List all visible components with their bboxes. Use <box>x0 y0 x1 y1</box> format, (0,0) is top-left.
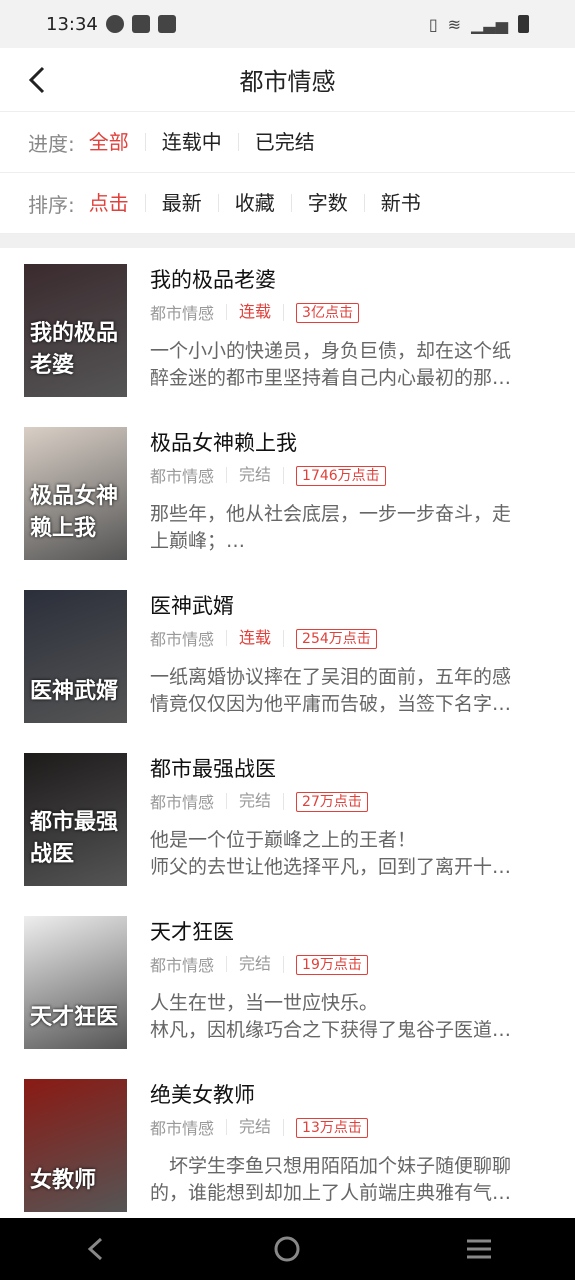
check-circle-icon <box>105 15 124 33</box>
book-cover[interactable]: 女教师 <box>24 1079 127 1212</box>
progress-option-ongoing[interactable]: 连载中 <box>144 132 238 152</box>
section-divider <box>0 234 575 248</box>
progress-option-finished[interactable]: 已完结 <box>237 132 331 152</box>
book-status: 完结 <box>226 956 283 972</box>
book-description-line: 林凡，因机缘巧合之下获得了鬼谷子医道… <box>150 1019 512 1041</box>
book-description-line: 他是一个位于巅峰之上的王者！ <box>150 829 417 851</box>
book-description-line: 坏学生李鱼只想用陌陌加个妹子随便聊聊 <box>150 1155 512 1177</box>
book-category: 都市情感 <box>150 956 215 975</box>
book-status: 完结 <box>226 793 283 809</box>
book-status: 连载 <box>226 630 283 646</box>
book-cover[interactable]: 我的极品老婆 <box>24 264 127 397</box>
book-clicks-badge: 3亿点击 <box>296 302 359 323</box>
book-description: 一个小小的快递员，身负巨债，却在这个纸 醉金迷的都市里坚持着自己内心最初的那… <box>150 338 550 392</box>
book-item[interactable]: 天才狂医 天才狂医 都市情感 完结 19万点击 人生在世，当一世应快乐。 林凡，… <box>0 902 575 1065</box>
book-cover-title: 都市最强战医 <box>30 810 119 867</box>
book-description-line: 一个小小的快递员，身负巨债，却在这个纸 <box>150 340 512 362</box>
vibrate-icon: ▯ <box>428 14 438 34</box>
book-category: 都市情感 <box>150 793 215 812</box>
book-clicks-badge: 254万点击 <box>296 628 377 649</box>
status-bar: 13:34 ▯ ≋ ▁▃▅ <box>0 0 575 48</box>
book-description: 一纸离婚协议摔在了吴泪的面前，五年的感 情竟仅仅因为他平庸而告破，当签下名字… <box>150 664 550 718</box>
menu-icon <box>467 1239 492 1259</box>
book-cover[interactable]: 极品女神赖上我 <box>24 427 127 560</box>
nav-home-button[interactable] <box>267 1229 307 1269</box>
book-item[interactable]: 极品女神赖上我 极品女神赖上我 都市情感 完结 1746万点击 那些年，他从社会… <box>0 413 575 576</box>
book-category: 都市情感 <box>150 630 215 649</box>
progress-option-all[interactable]: 全部 <box>89 132 145 152</box>
book-title[interactable]: 医神武婿 <box>150 592 550 620</box>
status-time: 13:34 <box>46 13 98 35</box>
wifi-icon: ≋ <box>447 14 462 34</box>
sort-option-new[interactable]: 新书 <box>363 193 437 213</box>
nav-back-button[interactable] <box>76 1229 116 1269</box>
book-cover[interactable]: 都市最强战医 <box>24 753 127 886</box>
book-title[interactable]: 都市最强战医 <box>150 755 550 783</box>
mail-icon <box>131 15 150 33</box>
signal-icon: ▁▃▅ <box>471 14 508 34</box>
chevron-left-icon <box>28 66 45 94</box>
book-title[interactable]: 我的极品老婆 <box>150 266 550 294</box>
book-cover-title: 医神武婿 <box>30 679 119 704</box>
progress-label: 进度: <box>28 131 75 156</box>
book-status: 完结 <box>226 467 283 483</box>
book-cover-title: 我的极品老婆 <box>30 321 119 378</box>
book-title[interactable]: 天才狂医 <box>150 918 550 946</box>
progress-filter: 进度: 全部 连载中 已完结 <box>0 112 575 173</box>
circle-home-icon <box>274 1236 300 1262</box>
book-clicks-badge: 27万点击 <box>296 791 368 812</box>
book-status: 连载 <box>226 304 283 320</box>
book-description-line: 醉金迷的都市里坚持着自己内心最初的那… <box>150 367 512 389</box>
book-clicks-badge: 1746万点击 <box>296 465 386 486</box>
book-cover-title: 极品女神赖上我 <box>30 484 119 541</box>
book-description: 他是一个位于巅峰之上的王者！ 师父的去世让他选择平凡，回到了离开十… <box>150 827 550 881</box>
book-clicks-badge: 19万点击 <box>296 954 368 975</box>
book-description-line: 的，谁能想到却加上了人前端庄典雅有气… <box>150 1182 512 1204</box>
book-description: 坏学生李鱼只想用陌陌加个妹子随便聊聊 的，谁能想到却加上了人前端庄典雅有气… <box>150 1153 550 1207</box>
book-item[interactable]: 医神武婿 医神武婿 都市情感 连载 254万点击 一纸离婚协议摔在了吴泪的面前，… <box>0 576 575 739</box>
book-description-line: 那些年，他从社会底层，一步一步奋斗，走 <box>150 503 512 525</box>
page-header: 都市情感 <box>0 48 575 112</box>
book-description-line: 情竟仅仅因为他平庸而告破，当签下名字… <box>150 693 512 715</box>
book-clicks-badge: 13万点击 <box>296 1117 368 1138</box>
book-category: 都市情感 <box>150 467 215 486</box>
sort-label: 排序: <box>28 192 75 217</box>
sort-filter: 排序: 点击 最新 收藏 字数 新书 <box>0 173 575 234</box>
sort-option-latest[interactable]: 最新 <box>144 193 218 213</box>
book-description-line: 人生在世，当一世应快乐。 <box>150 992 379 1014</box>
mail-icon-2 <box>157 15 176 33</box>
book-status: 完结 <box>226 1119 283 1135</box>
book-description: 人生在世，当一世应快乐。 林凡，因机缘巧合之下获得了鬼谷子医道… <box>150 990 550 1044</box>
book-category: 都市情感 <box>150 304 215 323</box>
book-title[interactable]: 极品女神赖上我 <box>150 429 550 457</box>
book-title[interactable]: 绝美女教师 <box>150 1081 550 1109</box>
sort-option-wordcount[interactable]: 字数 <box>290 193 364 213</box>
book-cover-title: 女教师 <box>30 1168 97 1193</box>
book-description-line: 师父的去世让他选择平凡，回到了离开十… <box>150 856 512 878</box>
sort-option-clicks[interactable]: 点击 <box>89 193 145 213</box>
book-cover-title: 天才狂医 <box>30 1005 119 1030</box>
system-nav-bar <box>0 1218 575 1280</box>
sort-option-favorites[interactable]: 收藏 <box>217 193 291 213</box>
book-item[interactable]: 都市最强战医 都市最强战医 都市情感 完结 27万点击 他是一个位于巅峰之上的王… <box>0 739 575 902</box>
book-item[interactable]: 女教师 绝美女教师 都市情感 完结 13万点击 坏学生李鱼只想用陌陌加个妹子随便… <box>0 1065 575 1228</box>
book-description-line: 上巅峰；… <box>150 530 246 552</box>
book-cover[interactable]: 医神武婿 <box>24 590 127 723</box>
triangle-back-icon <box>87 1237 102 1261</box>
book-list: 我的极品老婆 我的极品老婆 都市情感 连载 3亿点击 一个小小的快递员，身负巨债… <box>0 248 575 1228</box>
book-cover[interactable]: 天才狂医 <box>24 916 127 1049</box>
battery-icon <box>518 15 529 33</box>
book-item[interactable]: 我的极品老婆 我的极品老婆 都市情感 连载 3亿点击 一个小小的快递员，身负巨债… <box>0 250 575 413</box>
page-title: 都市情感 <box>239 68 336 96</box>
book-category: 都市情感 <box>150 1119 215 1138</box>
book-description: 那些年，他从社会底层，一步一步奋斗，走 上巅峰；… <box>150 501 550 555</box>
book-description-line: 一纸离婚协议摔在了吴泪的面前，五年的感 <box>150 666 512 688</box>
nav-menu-button[interactable] <box>459 1229 499 1269</box>
back-button[interactable] <box>18 60 58 100</box>
